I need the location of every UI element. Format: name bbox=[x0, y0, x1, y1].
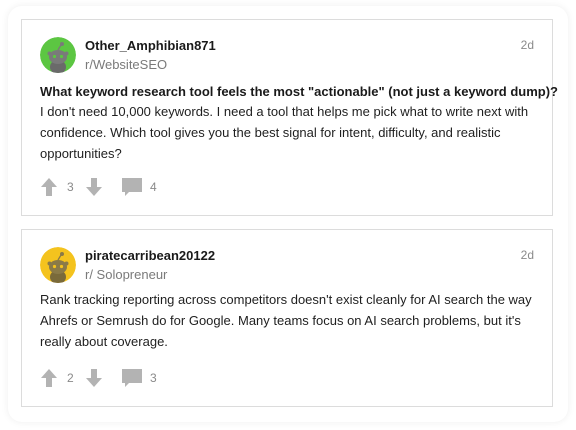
post-actions: 3 4 bbox=[40, 176, 157, 198]
post-title[interactable]: What keyword research tool feels the mos… bbox=[40, 82, 558, 101]
downvote-icon[interactable] bbox=[85, 177, 103, 197]
upvote-icon[interactable] bbox=[40, 177, 58, 197]
post-body: I don't need 10,000 keywords. I need a t… bbox=[40, 104, 529, 161]
post-subreddit[interactable]: r/WebsiteSEO bbox=[85, 57, 167, 72]
comment-count: 3 bbox=[150, 371, 157, 385]
upvote-count: 2 bbox=[67, 371, 74, 385]
post-subreddit[interactable]: r/ Solopreneur bbox=[85, 267, 167, 282]
comment-count: 4 bbox=[150, 180, 157, 194]
post-timestamp: 2d bbox=[520, 248, 534, 262]
post-author[interactable]: Other_Amphibian871 bbox=[85, 38, 216, 53]
user-avatar[interactable] bbox=[40, 37, 76, 73]
post-card[interactable]: piratecarribean20122 r/ Solopreneur 2d R… bbox=[21, 229, 553, 407]
post-card[interactable]: Other_Amphibian871 r/WebsiteSEO 2d What … bbox=[21, 19, 558, 216]
upvote-icon[interactable] bbox=[40, 368, 58, 388]
post-body: Rank tracking reporting across competito… bbox=[40, 292, 532, 349]
post-actions: 2 3 bbox=[40, 367, 157, 389]
reddit-snoo-icon bbox=[40, 37, 76, 73]
downvote-icon[interactable] bbox=[85, 368, 103, 388]
comment-icon[interactable] bbox=[121, 177, 143, 197]
post-timestamp: 2d bbox=[520, 38, 534, 52]
upvote-count: 3 bbox=[67, 180, 74, 194]
post-author[interactable]: piratecarribean20122 bbox=[85, 248, 215, 263]
comment-icon[interactable] bbox=[121, 368, 143, 388]
reddit-snoo-icon bbox=[40, 247, 76, 283]
user-avatar[interactable] bbox=[40, 247, 76, 283]
